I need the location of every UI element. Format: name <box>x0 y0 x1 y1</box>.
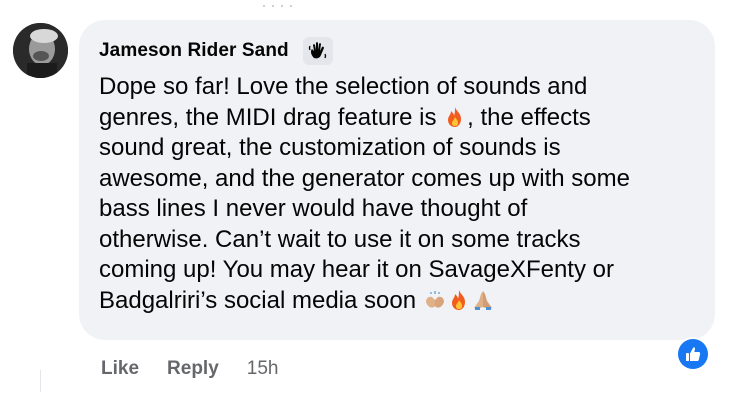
thread-line <box>40 370 41 392</box>
divider <box>263 5 293 7</box>
comment-line: genres, the MIDI drag feature is <box>99 103 444 131</box>
fire-emoji-icon <box>447 288 471 312</box>
comment-bubble: Jameson Rider Sand Dope so far! Love the… <box>79 20 715 340</box>
author-row: Jameson Rider Sand <box>99 36 695 66</box>
comment-line: Badgalriri’s social media soon <box>99 286 423 314</box>
avatar[interactable] <box>13 23 68 78</box>
waving-hand-icon[interactable] <box>302 37 333 65</box>
author-name[interactable]: Jameson Rider Sand <box>99 40 289 62</box>
like-icon <box>678 339 708 369</box>
comment-line: otherwise. Can’t wait to use it on some … <box>99 225 581 253</box>
reply-button[interactable]: Reply <box>167 358 219 380</box>
comment-line: Dope so far! Love the selection of sound… <box>99 73 588 100</box>
comment-line: , the effects <box>467 103 591 131</box>
comment-line: awesome, and the generator comes up with… <box>99 164 630 192</box>
comment-line: coming up! You may hear it on SavageXFen… <box>99 256 614 283</box>
comment-text: Dope so far! Love the selection of sound… <box>99 72 699 316</box>
comment-actions: Like Reply 15h <box>101 358 278 380</box>
fire-emoji-icon <box>443 105 467 129</box>
comment-line: sound great, the customization of sounds… <box>99 134 561 161</box>
comment-page: Jameson Rider Sand Dope so far! Love the… <box>0 0 730 400</box>
comment-line: bass lines I never would have thought of <box>99 195 528 222</box>
like-reaction-badge[interactable] <box>676 337 710 371</box>
clapping-hands-emoji-icon <box>423 288 447 312</box>
like-button[interactable]: Like <box>101 358 139 380</box>
praying-hands-emoji-icon <box>471 288 495 312</box>
timestamp[interactable]: 15h <box>247 358 279 380</box>
